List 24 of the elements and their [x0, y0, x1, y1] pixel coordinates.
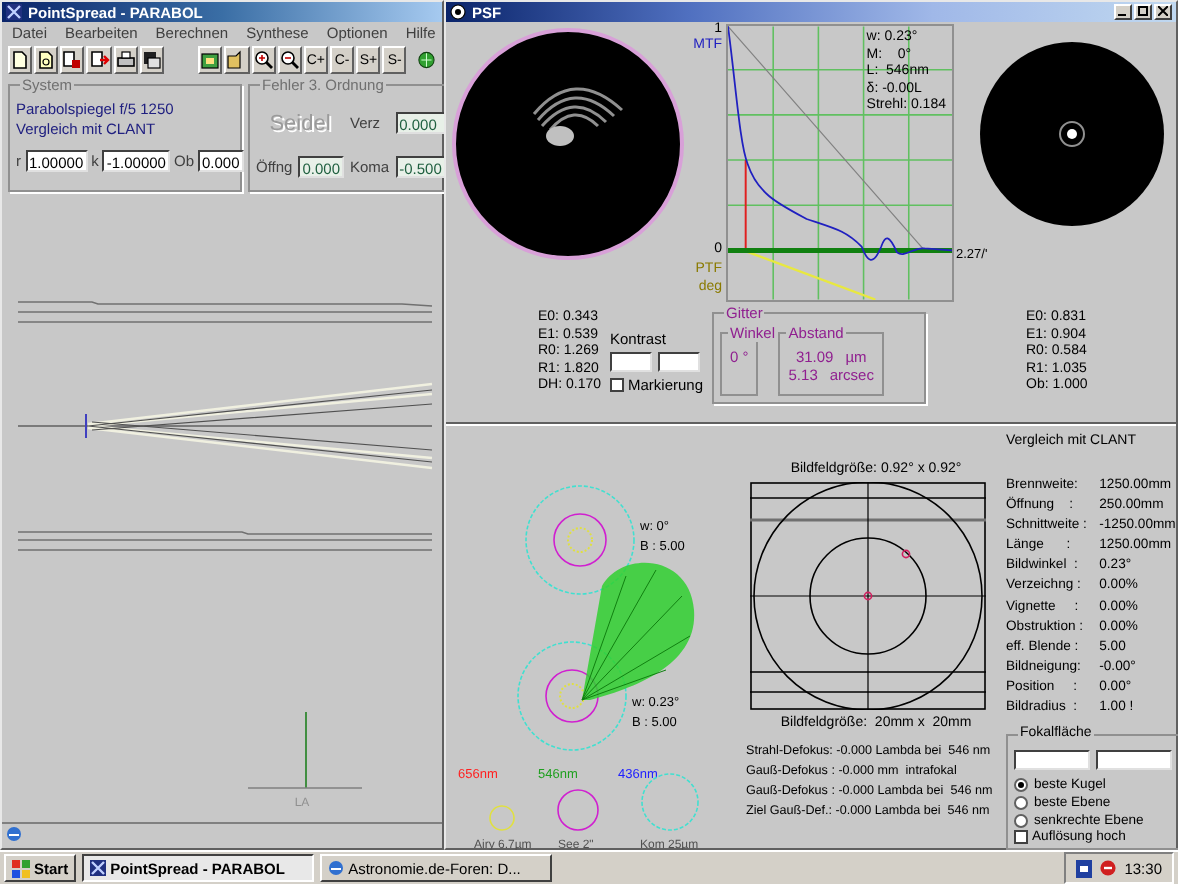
print-icon[interactable]	[113, 46, 138, 74]
target-icon	[450, 4, 466, 20]
maximize-icon	[1138, 6, 1148, 16]
close-icon	[1158, 6, 1168, 16]
file-marked-icon[interactable]	[60, 46, 85, 74]
app-icon	[6, 4, 22, 20]
window-icon[interactable]	[139, 46, 164, 74]
spot-diagram	[517, 641, 627, 751]
windows-logo-icon	[12, 859, 30, 877]
folder-icon[interactable]	[224, 46, 249, 74]
input-field[interactable]	[610, 352, 652, 372]
new-file-icon[interactable]	[8, 46, 33, 74]
zoom-in-icon[interactable]	[251, 46, 276, 74]
input-field[interactable]	[1096, 750, 1172, 771]
zoom-out-icon[interactable]	[277, 46, 302, 74]
app-icon	[90, 860, 107, 876]
input-field[interactable]	[1014, 750, 1090, 771]
picture-icon[interactable]	[198, 46, 223, 74]
export-icon[interactable]	[86, 46, 112, 74]
input-field[interactable]	[658, 352, 700, 372]
focus-marker	[247, 711, 363, 789]
open-file-icon[interactable]	[34, 46, 59, 74]
spot-diagram	[525, 485, 635, 595]
ray-fan-drawing	[581, 562, 694, 701]
